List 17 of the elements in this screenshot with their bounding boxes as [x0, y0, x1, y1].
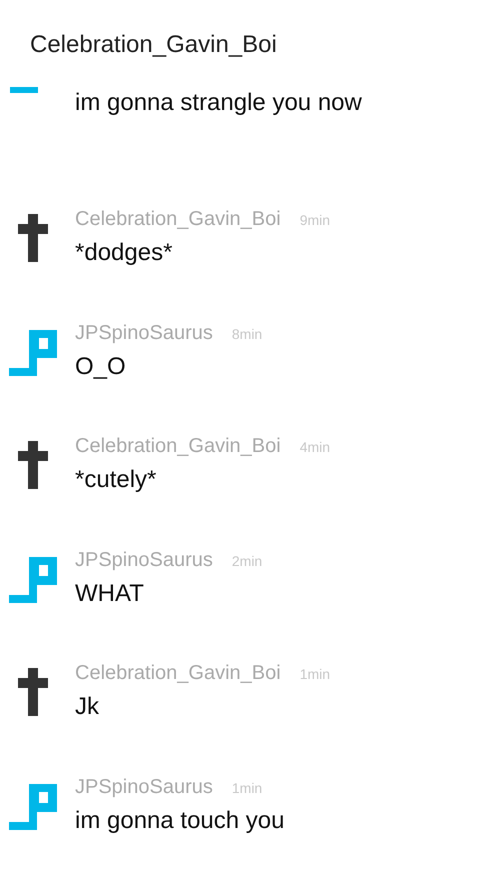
author-name: JPSpinoSaurus	[75, 548, 213, 572]
author-name: JPSpinoSaurus	[75, 322, 213, 344]
message-text: O_O	[75, 352, 127, 382]
chat-title: Celebration_Gavin_Boi	[29, 30, 278, 60]
message-text: im gonna touch you	[75, 806, 284, 836]
author-name: JPSpinoSaurus	[75, 776, 213, 798]
message-text: Jk	[75, 692, 100, 722]
cross-avatar-icon	[18, 441, 48, 489]
cross-avatar-icon	[18, 668, 48, 716]
message-text: *cutely*	[75, 465, 158, 495]
author-name: Celebration_Gavin_Boi	[75, 435, 281, 458]
author-name: Celebration_Gavin_Boi	[75, 208, 281, 231]
message-text: *dodges*	[75, 238, 174, 268]
message-text: im gonna strangle you now	[75, 88, 362, 118]
author-name: Celebration_Gavin_Boi	[75, 662, 281, 685]
cross-avatar-icon	[18, 214, 48, 262]
message-text: WHAT	[75, 578, 145, 608]
